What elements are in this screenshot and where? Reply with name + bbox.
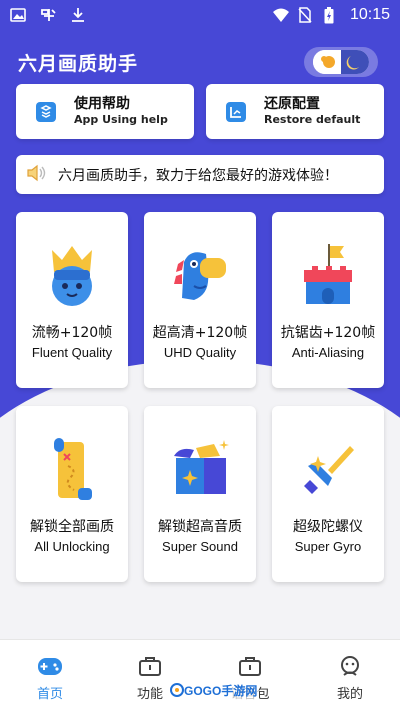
restore-card[interactable]: 还原配置 Restore default	[206, 84, 384, 139]
feature-title: 解锁全部画质	[30, 519, 114, 535]
status-bar: 10:15	[0, 0, 400, 30]
user-icon	[341, 656, 359, 676]
feature-all-unlocking[interactable]: 解锁全部画质 All Unlocking	[16, 406, 128, 582]
clock-time: 10:15	[349, 6, 390, 23]
feature-title: 超高清+120帧	[152, 325, 248, 341]
feature-super-sound[interactable]: 解锁超高音质 Super Sound	[144, 406, 256, 582]
speaker-icon	[26, 163, 48, 187]
watermark-logo-icon	[170, 683, 184, 697]
toolbox-icon	[239, 657, 261, 676]
feature-title: 抗锯齿+120帧	[280, 325, 376, 341]
wifi-icon	[272, 7, 289, 23]
watermark: GOGO手游网	[168, 680, 260, 700]
feature-subtitle: Super Gyro	[294, 539, 362, 554]
title-bar: 六月画质助手	[0, 40, 400, 84]
bottom-nav: 首页 功能 语音包 我的	[0, 639, 400, 711]
help-book-icon	[36, 101, 56, 122]
feature-super-gyro[interactable]: 超级陀螺仪 Super Gyro	[272, 406, 384, 582]
nav-label-home: 首页	[36, 687, 63, 702]
help-subtitle: App Using help	[74, 112, 168, 126]
sword-icon	[304, 446, 354, 494]
treasure-map-icon	[54, 438, 92, 500]
toolbox-icon	[139, 657, 161, 676]
battery-charging-icon	[324, 7, 340, 24]
castle-flag-icon	[304, 244, 352, 304]
feature-subtitle: Fluent Quality	[31, 345, 113, 360]
restore-title: 还原配置	[264, 95, 320, 112]
feature-title: 流畅+120帧	[31, 325, 113, 341]
day-night-toggle[interactable]	[304, 47, 378, 77]
nav-item-voice-pack[interactable]: 语音包	[200, 640, 300, 711]
app-title: 六月画质助手	[18, 52, 139, 75]
nav-label-profile: 我的	[336, 687, 363, 702]
watermark-text: GOGO手游网	[184, 683, 258, 698]
no-sim-icon	[298, 7, 314, 23]
image-icon	[10, 7, 26, 23]
notice-text: 六月画质助手，致力于给您最好的游戏体验！	[58, 167, 338, 184]
feature-fluent-quality[interactable]: 流畅+120帧 Fluent Quality	[16, 212, 128, 388]
feature-subtitle: Anti-Aliasing	[291, 345, 365, 360]
feature-uhd-quality[interactable]: 超高清+120帧 UHD Quality	[144, 212, 256, 388]
feature-title: 超级陀螺仪	[293, 519, 363, 535]
day-night-toggle-icon	[313, 50, 369, 74]
app-icon	[40, 7, 56, 23]
feature-subtitle: Super Sound	[162, 539, 238, 554]
nav-item-features[interactable]: 功能	[100, 640, 200, 711]
dragon-icon	[174, 252, 226, 300]
feature-title: 解锁超高音质	[158, 519, 242, 535]
download-icon	[70, 7, 86, 23]
nav-item-home[interactable]: 首页	[0, 640, 100, 711]
feature-anti-aliasing[interactable]: 抗锯齿+120帧 Anti-Aliasing	[272, 212, 384, 388]
help-card[interactable]: 使用帮助 App Using help	[16, 84, 194, 139]
feature-subtitle: All Unlocking	[34, 539, 110, 554]
restore-chart-icon	[226, 101, 246, 122]
restore-subtitle: Restore default	[264, 112, 361, 126]
notice-bar: 六月画质助手，致力于给您最好的游戏体验！	[16, 155, 384, 194]
crown-face-icon	[52, 246, 92, 306]
nav-label-features: 功能	[136, 687, 163, 702]
treasure-box-icon	[174, 440, 229, 494]
help-title: 使用帮助	[74, 95, 130, 112]
gamepad-icon	[38, 658, 62, 675]
nav-item-profile[interactable]: 我的	[300, 640, 400, 711]
feature-subtitle: UHD Quality	[163, 345, 237, 360]
